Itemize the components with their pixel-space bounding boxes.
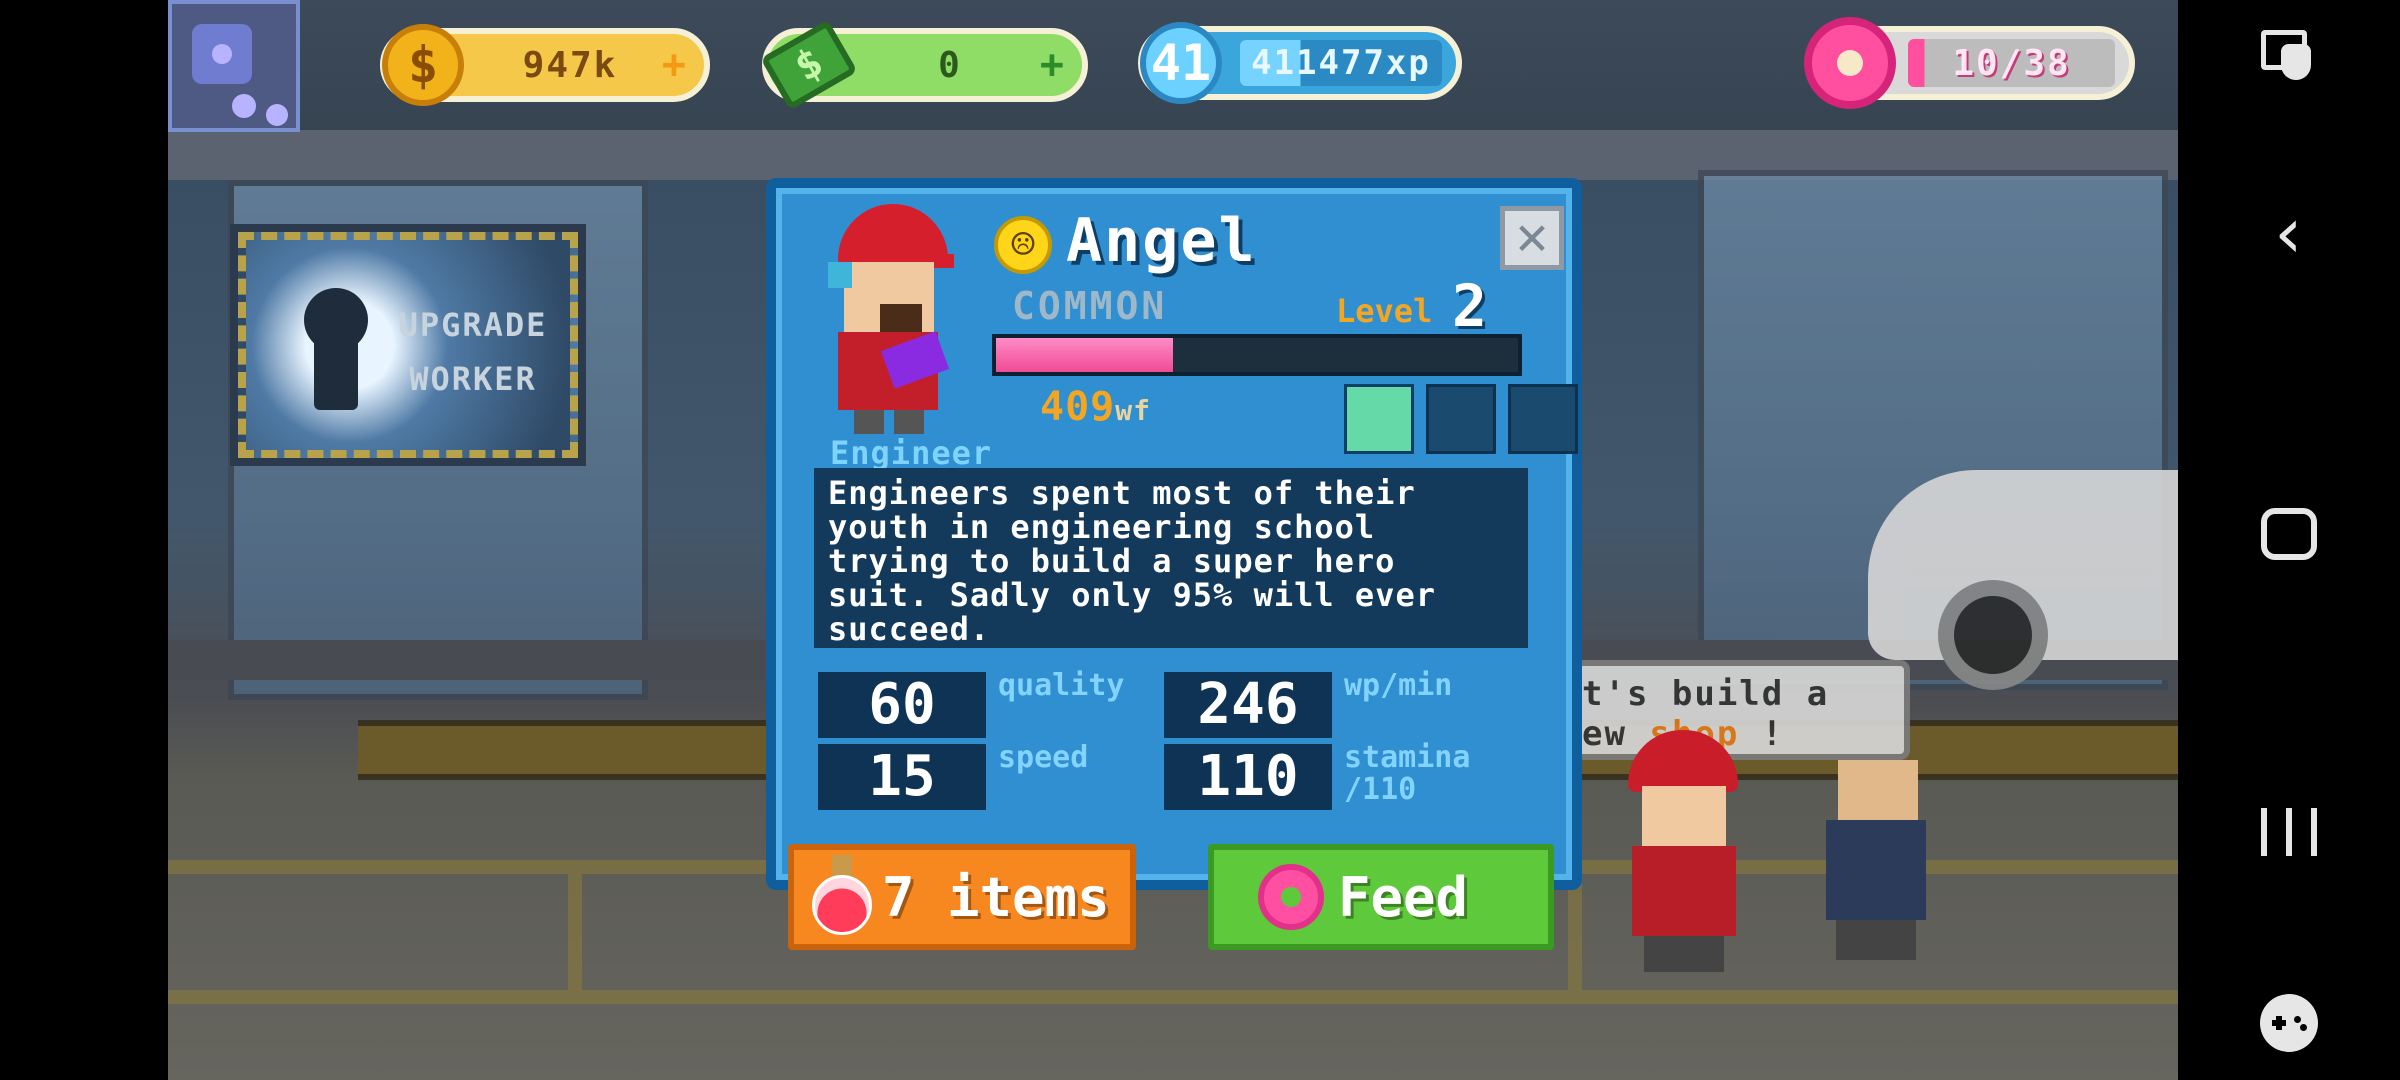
work-force-value: 409wf [1040, 384, 1151, 430]
donut-value: 10/38 [1952, 42, 2071, 84]
cash-value: 0 [938, 44, 962, 86]
level-badge-icon: 41 [1140, 22, 1222, 104]
worker-name: Angel [1066, 206, 1257, 276]
upgrade-sign-line1: UPGRADE [398, 306, 548, 344]
coins-value: 947k [522, 44, 618, 86]
xp-counter[interactable]: 41 411477xp [1138, 22, 1462, 104]
worker-character[interactable] [1618, 730, 1748, 980]
items-button-label: 7 items [882, 865, 1110, 929]
worker-detail-modal: ✕ Engineer ☹ Angel COMMON Level 2 409wf … [766, 178, 1582, 950]
add-coins-button[interactable]: + [662, 42, 686, 88]
speech-line1: t's build a [1582, 674, 1830, 714]
cash-counter[interactable]: $ 0 + [760, 19, 1088, 111]
wp-min-value: 246 [1164, 672, 1332, 738]
level-value: 2 [1452, 272, 1487, 340]
game-controller-icon[interactable] [2260, 994, 2318, 1052]
quality-label: quality [998, 668, 1125, 703]
level-label: Level [1336, 292, 1433, 330]
screen-edit-icon[interactable] [2261, 30, 2317, 82]
coin-icon: $ [382, 24, 464, 106]
worker-description: Engineers spent most of their youth in e… [814, 468, 1528, 648]
star-empty-slot [1426, 384, 1496, 454]
feed-button-label: Feed [1338, 865, 1469, 929]
car-wheel [1938, 580, 2048, 690]
worker-rarity: COMMON [1012, 284, 1168, 328]
recents-icon[interactable] [2261, 808, 2317, 864]
upgrade-sign-line2: WORKER [409, 360, 537, 398]
floor-stripe [168, 990, 2178, 1004]
wp-min-label: wp/min [1344, 668, 1453, 703]
speed-label: speed [998, 740, 1089, 775]
work-force-unit: wf [1115, 394, 1151, 427]
donut-icon [1258, 864, 1324, 930]
donut-icon [1804, 17, 1896, 109]
corner-decoration [168, 0, 300, 132]
back-icon[interactable]: ‹ [2268, 198, 2310, 268]
add-cash-button[interactable]: + [1040, 42, 1064, 88]
upgrade-worker-sign[interactable]: UPGRADE WORKER [230, 224, 586, 466]
coins-counter[interactable]: $ 947k + [380, 24, 710, 106]
floor-stripe [1568, 874, 1582, 990]
stamina-value: 110 [1164, 744, 1332, 810]
donut-counter[interactable]: 10/38 [1804, 17, 2135, 109]
close-button[interactable]: ✕ [1500, 206, 1564, 270]
potion-icon [810, 855, 874, 939]
star-filled-icon [1344, 384, 1414, 454]
star-empty-slot [1508, 384, 1578, 454]
sports-car [1868, 470, 2178, 690]
system-navigation-bar: ‹ [2178, 0, 2400, 1080]
quality-value: 60 [818, 672, 986, 738]
stamina-label: stamina /110 [1344, 740, 1471, 807]
feed-button[interactable]: Feed [1208, 844, 1554, 950]
speed-value: 15 [818, 744, 986, 810]
floor-stripe [568, 874, 582, 990]
worker-character[interactable] [1808, 750, 1938, 970]
home-icon[interactable] [2261, 508, 2317, 560]
items-button[interactable]: 7 items [788, 844, 1136, 950]
keyhole-icon [304, 288, 368, 410]
worker-portrait [824, 204, 954, 434]
xp-value: 411477xp [1240, 40, 1442, 86]
sad-face-icon: ☹ [994, 216, 1052, 274]
level-progress-fill [996, 338, 1174, 372]
level-progress-bar [992, 334, 1522, 376]
worker-role: Engineer [830, 434, 993, 472]
